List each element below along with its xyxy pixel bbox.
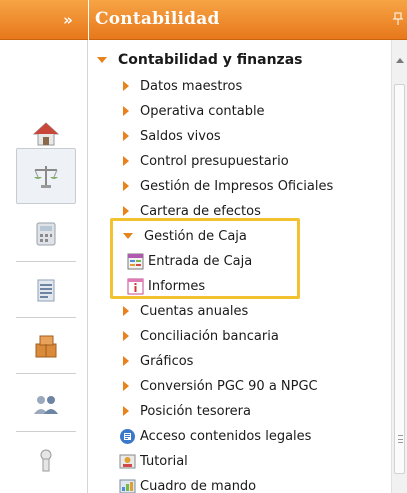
users-icon	[34, 395, 58, 414]
chevron-right-icon	[123, 106, 129, 116]
tree-node-label: Contabilidad y finanzas	[118, 52, 303, 68]
tree-node-label: Posición tesorera	[140, 403, 251, 419]
tree-item-informes[interactable]: Informes	[127, 274, 205, 298]
chevron-right-icon	[123, 381, 129, 391]
chevron-right-icon	[123, 206, 129, 216]
scroll-up-arrow-icon[interactable]	[396, 58, 404, 63]
sidebar-item-accounting[interactable]	[16, 148, 76, 204]
tree-node-label: Conciliación bancaria	[140, 328, 279, 344]
tutorial-icon	[119, 454, 136, 468]
tree-item-control-presupuestario[interactable]: Control presupuestario	[123, 149, 289, 173]
grip-icon	[398, 435, 403, 443]
tree-node-label: Conversión PGC 90 a NPGC	[140, 378, 318, 394]
chevron-right-icon	[123, 181, 129, 191]
boxes-icon	[35, 335, 57, 357]
tree-root-accounting-finance[interactable]: Contabilidad y finanzas	[97, 48, 302, 72]
tree-item-conciliacion-bancaria[interactable]: Conciliación bancaria	[123, 324, 279, 348]
navigation-tree: Contabilidad y finanzas Datos maestros O…	[89, 40, 391, 493]
chevron-right-icon	[123, 331, 129, 341]
tree-item-contenidos-legales[interactable]: Acceso contenidos legales	[119, 424, 311, 448]
sidebar-item-ledger[interactable]	[16, 262, 76, 318]
sidebar-item-security[interactable]	[16, 432, 76, 488]
tree-item-saldos-vivos[interactable]: Saldos vivos	[123, 124, 221, 148]
legal-book-icon	[120, 428, 135, 444]
chevron-right-icon	[123, 131, 129, 141]
pin-icon[interactable]	[393, 12, 403, 26]
chevron-down-icon	[97, 57, 107, 63]
tree-item-conversion-pgc[interactable]: Conversión PGC 90 a NPGC	[123, 374, 318, 398]
tree-item-gestion-caja[interactable]: Gestión de Caja	[123, 224, 247, 248]
keyhole-icon	[40, 449, 52, 472]
home-icon	[32, 121, 60, 145]
expand-sidebar-button[interactable]: »	[58, 11, 78, 29]
tree-node-label: Acceso contenidos legales	[140, 428, 312, 444]
tree-node-label: Tutorial	[140, 453, 188, 469]
module-sidebar: »	[0, 0, 88, 493]
chevron-down-icon	[123, 233, 133, 239]
tree-node-label: Saldos vivos	[140, 128, 221, 144]
tree-item-tutorial[interactable]: Tutorial	[119, 449, 188, 473]
chevron-right-icon	[123, 81, 129, 91]
tree-node-label: Entrada de Caja	[148, 253, 253, 269]
scroll-thumb[interactable]	[394, 84, 405, 474]
tree-item-cuentas-anuales[interactable]: Cuentas anuales	[123, 299, 248, 323]
chevron-right-icon	[123, 156, 129, 166]
tree-node-label: Cuadro de mando	[140, 478, 257, 493]
dashboard-icon	[119, 479, 136, 493]
chevron-right-icon	[123, 356, 129, 366]
tree-item-posicion-tesorera[interactable]: Posición tesorera	[123, 399, 251, 423]
vertical-scrollbar[interactable]	[391, 40, 407, 493]
tree-node-label: Cuentas anuales	[140, 303, 249, 319]
tree-node-label: Cartera de efectos	[140, 203, 261, 219]
calculator-icon	[36, 222, 56, 245]
chevron-right-icon	[123, 406, 129, 416]
tree-node-label: Gestión de Caja	[144, 228, 247, 244]
balance-scale-icon	[34, 166, 58, 188]
form-window-icon	[127, 253, 144, 269]
info-report-icon	[127, 278, 144, 294]
sidebar-item-users[interactable]	[16, 376, 76, 432]
tree-item-operativa-contable[interactable]: Operativa contable	[123, 99, 265, 123]
tree-node-label: Gestión de Impresos Oficiales	[140, 178, 334, 194]
panel-header: Contabilidad	[89, 0, 407, 40]
panel-title: Contabilidad	[95, 9, 220, 29]
tree-node-label: Gráficos	[140, 353, 194, 369]
chevron-right-icon	[123, 306, 129, 316]
tree-node-label: Informes	[148, 278, 206, 294]
sidebar-item-inventory[interactable]	[16, 318, 76, 374]
tree-node-label: Operativa contable	[140, 103, 265, 119]
tree-node-label: Datos maestros	[140, 78, 243, 94]
tree-item-cartera-efectos[interactable]: Cartera de efectos	[123, 199, 261, 223]
tree-node-label: Control presupuestario	[140, 153, 289, 169]
tree-item-datos-maestros[interactable]: Datos maestros	[123, 74, 242, 98]
accounting-panel: Contabilidad Contabilidad y finanzas Dat…	[89, 0, 407, 493]
tree-item-cuadro-mando[interactable]: Cuadro de mando	[119, 474, 256, 493]
ledger-book-icon	[37, 279, 55, 301]
tree-item-entrada-caja[interactable]: Entrada de Caja	[127, 249, 252, 273]
sidebar-header: »	[0, 0, 88, 40]
sidebar-item-calculator[interactable]	[16, 206, 76, 262]
tree-item-graficos[interactable]: Gráficos	[123, 349, 193, 373]
tree-item-impresos-oficiales[interactable]: Gestión de Impresos Oficiales	[123, 174, 333, 198]
